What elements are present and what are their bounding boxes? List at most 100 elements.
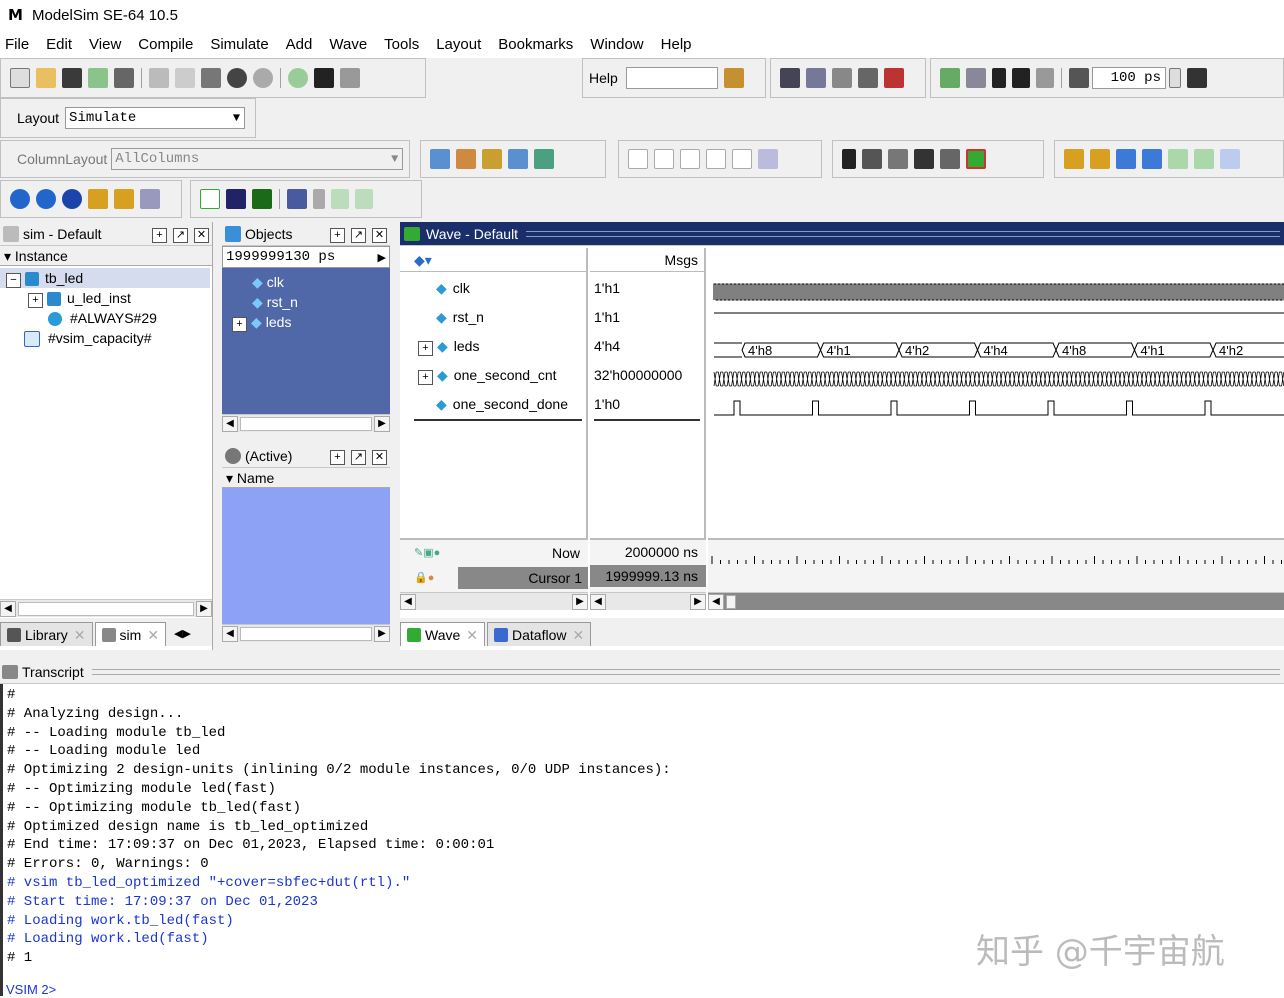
zoom-full-icon[interactable] [62, 189, 82, 209]
redo-icon[interactable] [253, 68, 273, 88]
tab-library[interactable]: Library ✕ [0, 622, 93, 646]
object-item-clk[interactable]: ◆ clk [222, 272, 390, 292]
close-icon[interactable]: ✕ [147, 624, 159, 646]
save-icon[interactable] [62, 68, 82, 88]
chevron-down-icon[interactable]: ▼ [391, 149, 402, 169]
undock-icon[interactable]: ↗ [173, 227, 188, 243]
menu-window[interactable]: Window [590, 36, 643, 53]
right-arrow-icon[interactable] [1036, 68, 1054, 88]
scroll-thumb[interactable] [240, 626, 372, 641]
zoom-out-icon[interactable] [36, 189, 56, 209]
scroll-left-icon[interactable]: ◀ [222, 625, 238, 642]
expand-icon[interactable]: + [28, 293, 43, 308]
prev-edge-icon[interactable] [1064, 149, 1084, 169]
all-filter-icon[interactable] [732, 149, 752, 169]
eraser-icon[interactable] [758, 149, 778, 169]
scroll-thumb[interactable] [240, 416, 372, 431]
tab-wave[interactable]: Wave ✕ [400, 622, 486, 646]
close-icon[interactable]: ✕ [194, 227, 209, 243]
add-icon[interactable]: + [152, 227, 167, 243]
signal-row-rst-n[interactable]: ◆ rst_n [400, 303, 586, 332]
scroll-right-icon[interactable]: ▶ [572, 593, 588, 610]
print-icon[interactable] [114, 68, 134, 88]
signal-row-one-second-done[interactable]: ◆ one_second_done [400, 390, 586, 419]
internal-filter-icon[interactable] [706, 149, 726, 169]
wave-options-icon[interactable]: ◆▾ [414, 252, 432, 268]
undo-icon[interactable] [227, 68, 247, 88]
object-item-leds[interactable]: + ◆ leds [222, 312, 390, 332]
time-nav-icon[interactable]: ▶ [378, 251, 386, 264]
scroll-left-icon[interactable]: ◀ [0, 600, 16, 617]
compile-icon[interactable] [288, 68, 308, 88]
cursor-tools-icon[interactable]: ✎▣● [414, 546, 440, 559]
undock-icon[interactable]: ↗ [351, 227, 366, 243]
run-icon[interactable] [1187, 68, 1207, 88]
select-pointer-icon[interactable] [842, 149, 856, 169]
find-any-icon[interactable] [1220, 149, 1240, 169]
find-rising-icon[interactable] [1168, 149, 1188, 169]
zoom-last-icon[interactable] [114, 189, 134, 209]
pan-icon[interactable] [888, 149, 908, 169]
break-icon[interactable] [858, 68, 878, 88]
zoom-cursor-icon[interactable] [88, 189, 108, 209]
step-back-wave-icon[interactable] [355, 189, 373, 209]
add-log-icon[interactable] [482, 149, 502, 169]
expand-time-icon[interactable] [287, 189, 307, 209]
paste-icon[interactable] [201, 68, 221, 88]
zoom-box-icon[interactable] [862, 149, 882, 169]
vsim-prompt[interactable]: VSIM 2> [6, 982, 56, 997]
menu-tools[interactable]: Tools [384, 36, 419, 53]
add-icon[interactable]: + [330, 449, 345, 465]
add-wave-icon[interactable] [430, 149, 450, 169]
input-filter-icon[interactable] [628, 149, 648, 169]
close-icon[interactable]: ✕ [372, 227, 387, 243]
close-icon[interactable]: ✕ [372, 449, 387, 465]
scroll-right-icon[interactable]: ▶ [196, 600, 212, 617]
logic-format-icon[interactable] [226, 189, 246, 209]
literal-format-icon[interactable] [200, 189, 220, 209]
hierarchy-icon[interactable] [340, 68, 360, 88]
find-icon[interactable] [314, 68, 334, 88]
run-length-spinner-icon[interactable] [1169, 68, 1181, 88]
copy-icon[interactable] [175, 68, 195, 88]
run-options-icon[interactable] [966, 68, 986, 88]
insert-cursor-icon[interactable] [940, 149, 960, 169]
tree-item-tb-led[interactable]: − tb_led [0, 268, 210, 288]
menu-edit[interactable]: Edit [46, 36, 72, 53]
restart-icon[interactable] [940, 68, 960, 88]
tree-item-vsim-capacity[interactable]: #vsim_capacity# [0, 328, 212, 348]
stop-icon[interactable] [884, 68, 904, 88]
active-hscrollbar[interactable]: ◀ ▶ [222, 624, 390, 642]
delta-icon[interactable] [313, 189, 325, 209]
names-hscrollbar[interactable]: ◀ ▶ [400, 592, 588, 610]
menu-layout[interactable]: Layout [436, 36, 481, 53]
next-edge-icon[interactable] [1090, 149, 1110, 169]
expand-icon[interactable]: + [418, 370, 433, 385]
scroll-left-icon[interactable]: ◀ [708, 593, 724, 610]
menu-wave[interactable]: Wave [329, 36, 367, 53]
sim-hscrollbar[interactable]: ◀ ▶ [0, 599, 212, 617]
add-icon[interactable]: + [330, 227, 345, 243]
step-icon[interactable] [780, 68, 800, 88]
scroll-left-icon[interactable]: ◀ [400, 593, 416, 610]
menu-help[interactable]: Help [661, 36, 692, 53]
scroll-right-icon[interactable]: ▶ [374, 415, 390, 432]
inout-filter-icon[interactable] [680, 149, 700, 169]
menu-simulate[interactable]: Simulate [210, 36, 268, 53]
zoom-in-icon[interactable] [10, 189, 30, 209]
chevron-down-icon[interactable]: ▼ [233, 108, 244, 128]
add-list-icon[interactable] [456, 149, 476, 169]
tab-dataflow[interactable]: Dataflow ✕ [487, 622, 592, 646]
values-hscrollbar[interactable]: ◀ ▶ [590, 592, 706, 610]
step-wave-icon[interactable] [331, 189, 349, 209]
add-memory-icon[interactable] [534, 149, 554, 169]
objects-hscrollbar[interactable]: ◀ ▶ [222, 414, 390, 432]
find-falling-icon[interactable] [1194, 149, 1214, 169]
scroll-thumb[interactable] [726, 594, 736, 609]
signal-row-clk[interactable]: ◆ clk [400, 274, 586, 303]
tab-scroll-icon[interactable]: ◀▶ [174, 622, 191, 646]
up-arrow-icon[interactable] [992, 68, 1006, 88]
left-arrow-icon[interactable] [1012, 68, 1030, 88]
name-column-header[interactable]: ▾ Name [222, 468, 390, 488]
tree-item-always[interactable]: #ALWAYS#29 [0, 308, 212, 328]
